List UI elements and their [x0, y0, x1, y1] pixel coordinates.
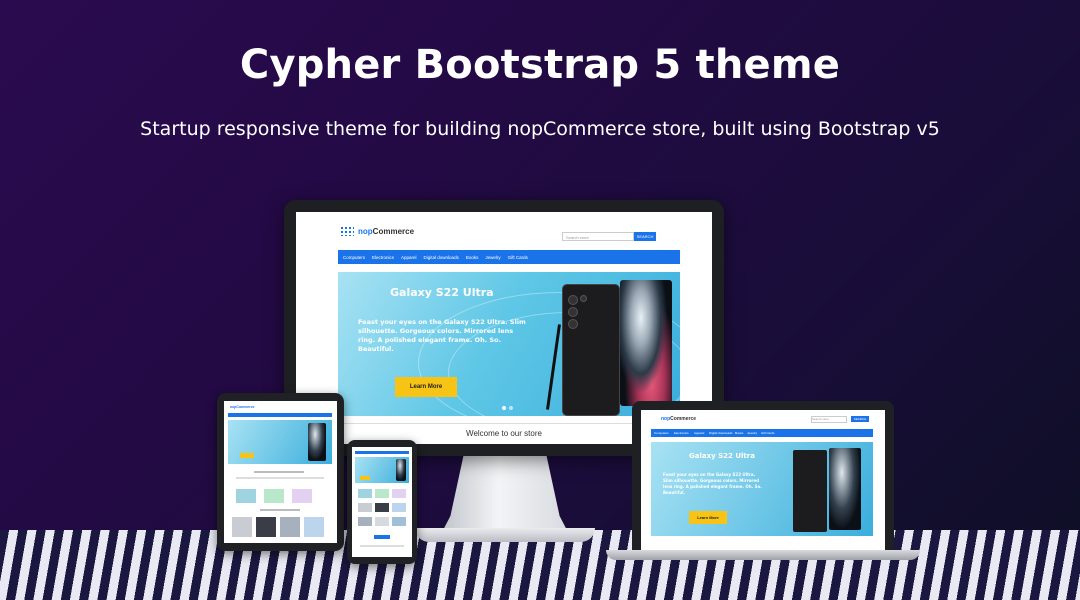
laptop-nav-item[interactable]: Jewelry	[747, 431, 757, 435]
laptop-device: nopCommerce Search store SEARCH Computer…	[632, 401, 894, 553]
phone-product-tile[interactable]	[392, 517, 406, 526]
store-navbar: Computers Electronics Apparel Digital do…	[338, 250, 680, 264]
store-search-button[interactable]: SEARCH	[634, 232, 656, 241]
phone-category-tile[interactable]	[358, 489, 372, 498]
tablet-category-tile[interactable]	[264, 489, 284, 503]
hero-title: Galaxy S22 Ultra	[390, 286, 494, 299]
phone-phone-image	[396, 459, 406, 481]
laptop-navbar: Computers Electronics Apparel Digital do…	[651, 429, 873, 437]
phone-action-button[interactable]	[374, 535, 390, 539]
laptop-search-input[interactable]: Search store	[811, 416, 847, 423]
slider-dot[interactable]	[502, 406, 506, 410]
slider-dot[interactable]	[509, 406, 513, 410]
laptop-nav-item[interactable]: Digital downloads	[709, 431, 733, 435]
tablet-section-line	[260, 509, 300, 511]
phone-category-tile[interactable]	[375, 489, 389, 498]
phone-front-image	[620, 280, 672, 406]
nav-item-books[interactable]: Books	[466, 255, 479, 260]
camera-lens-icon	[568, 307, 578, 317]
phone-text-line	[360, 545, 404, 547]
logo-suffix: Commerce	[372, 226, 415, 236]
tablet-category-tile[interactable]	[236, 489, 256, 503]
laptop-base	[606, 550, 920, 560]
laptop-learn-more-button[interactable]: Learn More	[689, 511, 727, 524]
laptop-nav-item[interactable]: Books	[735, 431, 743, 435]
camera-lens-icon	[568, 295, 578, 305]
hero-slider[interactable]: Galaxy S22 Ultra Feast your eyes on the …	[338, 272, 680, 416]
monitor-stand-base	[415, 528, 595, 542]
hero-text: Feast your eyes on the Galaxy S22 Ultra.…	[358, 318, 526, 353]
laptop-nav-item[interactable]: Gift Cards	[761, 431, 775, 435]
banner-subtitle: Startup responsive theme for building no…	[140, 118, 940, 140]
tablet-product-tile[interactable]	[256, 517, 276, 537]
phone-product-tile[interactable]	[375, 503, 389, 512]
phone-back-image	[562, 284, 620, 416]
nav-item-electronics[interactable]: Electronics	[372, 255, 394, 260]
tablet-logo: nopCommerce	[230, 405, 255, 409]
nav-item-jewelry[interactable]: Jewelry	[485, 255, 500, 260]
laptop-nav-item[interactable]: Electronics	[674, 431, 689, 435]
phone-product-tile[interactable]	[358, 503, 372, 512]
phone-product-tile[interactable]	[358, 517, 372, 526]
camera-lens-icon	[580, 295, 587, 302]
phone-product-tile[interactable]	[375, 517, 389, 526]
nav-item-gift-cards[interactable]: Gift Cards	[508, 255, 528, 260]
laptop-nav-item[interactable]: Computers	[654, 431, 669, 435]
monitor-stand-neck	[440, 456, 570, 536]
phone-screen	[352, 447, 412, 557]
laptop-nav-item[interactable]: Apparel	[694, 431, 704, 435]
tablet-product-tile[interactable]	[280, 517, 300, 537]
laptop-phone-front-image	[829, 448, 861, 530]
laptop-hero-title: Galaxy S22 Ultra	[689, 452, 755, 460]
phone-category-tile[interactable]	[392, 489, 406, 498]
laptop-search-button[interactable]: SEARCH	[851, 416, 869, 422]
slider-dots[interactable]	[502, 406, 513, 410]
phone-learn-more-button[interactable]	[360, 476, 370, 480]
nav-item-computers[interactable]: Computers	[343, 255, 365, 260]
tablet-phone-image	[308, 423, 326, 461]
tablet-welcome-line	[254, 471, 304, 473]
phone-product-tile[interactable]	[392, 503, 406, 512]
laptop-phone-back-image	[793, 450, 827, 532]
laptop-hero-text: Feast your eyes on the Galaxy S22 Ultra.…	[663, 472, 762, 495]
tablet-product-tile[interactable]	[304, 517, 324, 537]
store-search-input[interactable]: Search store	[562, 232, 634, 241]
tablet-category-tile[interactable]	[292, 489, 312, 503]
banner-title: Cypher Bootstrap 5 theme	[239, 42, 841, 88]
laptop-screen: nopCommerce Search store SEARCH Computer…	[641, 410, 885, 550]
tablet-navbar	[228, 413, 332, 417]
tablet-product-tile[interactable]	[232, 517, 252, 537]
tablet-learn-more-button[interactable]	[240, 453, 254, 458]
tablet-screen: nopCommerce	[224, 401, 337, 543]
learn-more-button[interactable]: Learn More	[395, 377, 457, 397]
phone-device	[347, 440, 417, 564]
phone-navbar	[355, 451, 409, 454]
camera-lens-icon	[568, 319, 578, 329]
laptop-logo[interactable]: nopCommerce	[661, 416, 696, 422]
tablet-text-line	[236, 477, 324, 479]
logo-dots-icon	[340, 226, 354, 236]
tablet-device: nopCommerce	[217, 393, 344, 551]
store-header: nopCommerce Search store SEARCH	[340, 226, 680, 246]
logo-prefix: nop	[358, 226, 373, 236]
nav-item-apparel[interactable]: Apparel	[401, 255, 417, 260]
nav-item-digital-downloads[interactable]: Digital downloads	[424, 255, 459, 260]
